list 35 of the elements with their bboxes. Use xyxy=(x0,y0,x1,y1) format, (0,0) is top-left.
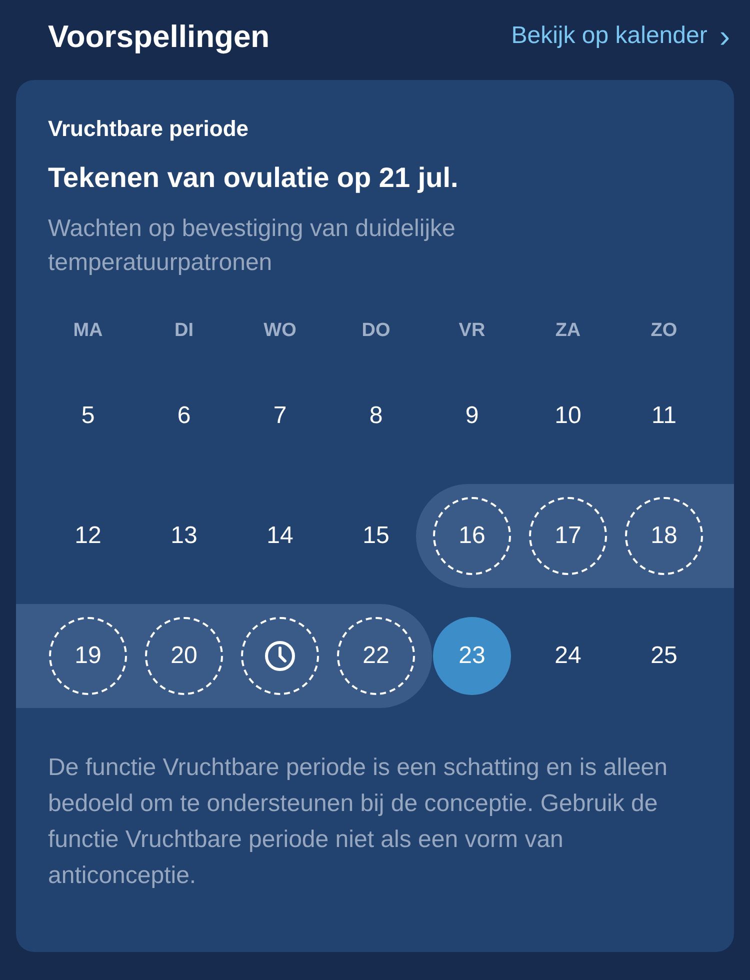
calendar-day[interactable]: 13 xyxy=(145,497,223,575)
calendar-day[interactable]: 20 xyxy=(145,617,223,695)
calendar-day[interactable]: 8 xyxy=(337,377,415,455)
card-title: Tekenen van ovulatie op 21 jul. xyxy=(47,162,460,194)
calendar-day[interactable]: 19 xyxy=(49,617,127,695)
calendar-day[interactable]: 24 xyxy=(529,617,607,695)
calendar-day[interactable]: 25 xyxy=(625,617,703,695)
disclaimer-text: De functie Vruchtbare periode is een schatting en is alleen bedoeld om te ondersteunen bij de conceptie. Gebruik de functie Vruchtbare periode niet als een vorm van anticonceptie. xyxy=(47,753,668,891)
calendar-day[interactable]: 6 xyxy=(145,377,223,455)
calendar-day[interactable]: 11 xyxy=(625,377,703,455)
weekday-label: WO xyxy=(264,320,296,342)
weekday-label: DI xyxy=(174,320,194,342)
card-label: Vruchtbare periode xyxy=(47,116,250,142)
calendar-day[interactable] xyxy=(241,617,319,695)
weekday-label: DO xyxy=(362,320,390,342)
today-day[interactable]: 23 xyxy=(433,617,511,695)
calendar-day[interactable]: 9 xyxy=(433,377,511,455)
calendar-day[interactable]: 7 xyxy=(241,377,319,455)
calendar-day[interactable]: 5 xyxy=(49,377,127,455)
clock-icon xyxy=(264,640,296,672)
calendar-day[interactable]: 22 xyxy=(337,617,415,695)
weekday-label: ZA xyxy=(555,320,581,342)
calendar-link[interactable]: Bekijk op kalender › xyxy=(511,20,730,52)
calendar-day[interactable]: 15 xyxy=(337,497,415,575)
weekday-label: VR xyxy=(458,320,486,342)
weekday-label: MA xyxy=(73,320,103,342)
calendar-day[interactable]: 12 xyxy=(49,497,127,575)
calendar-day[interactable]: 17 xyxy=(529,497,607,575)
calendar-day[interactable]: 14 xyxy=(241,497,319,575)
section-title: Voorspellingen xyxy=(48,19,270,55)
calendar-day[interactable]: 18 xyxy=(625,497,703,575)
calendar-day[interactable]: 16 xyxy=(433,497,511,575)
calendar-day[interactable]: 10 xyxy=(529,377,607,455)
weekday-label: ZO xyxy=(650,320,678,342)
card-subtitle: Wachten op bevestiging van duidelijke temperatuurpatronen xyxy=(47,214,456,278)
